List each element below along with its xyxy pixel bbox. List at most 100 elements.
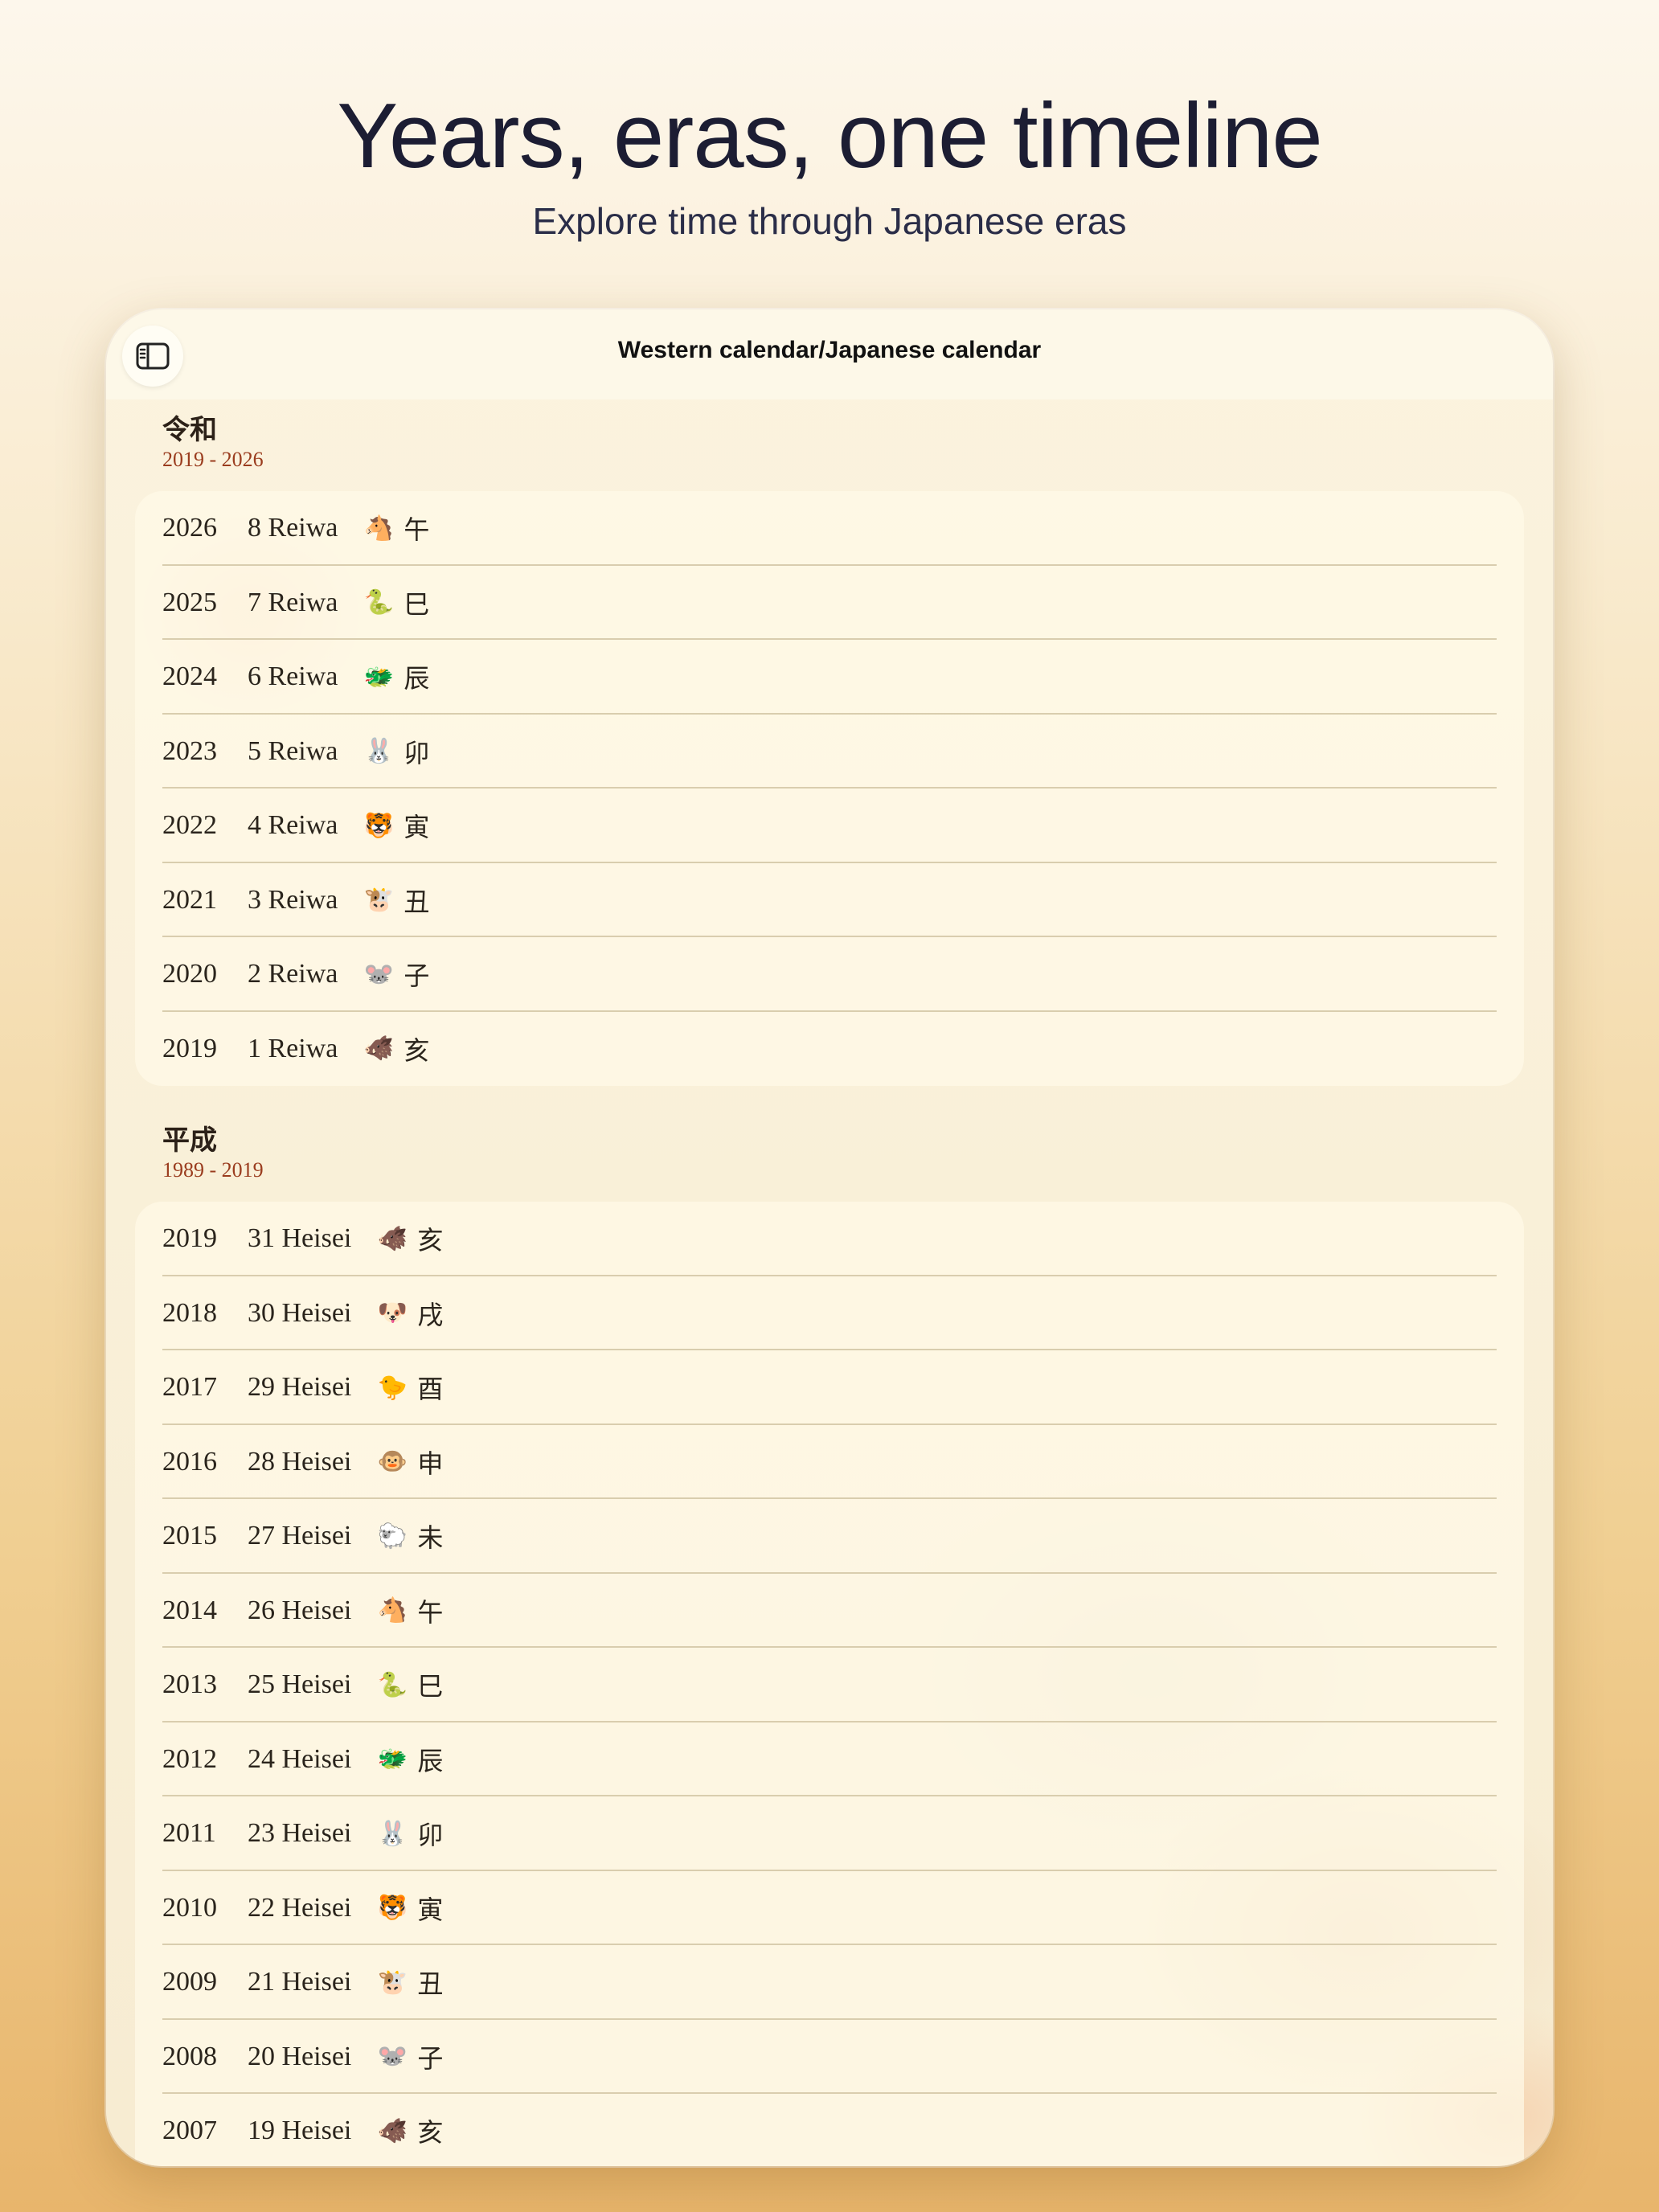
zodiac-animal-icon: 🐮	[377, 1968, 408, 1996]
era-header-reiwa: 令和 2019 - 2026	[162, 412, 264, 472]
zodiac-animal-icon: 🐶	[377, 1300, 408, 1327]
year-row[interactable]: 2011 23 Heisei 🐰 卯	[135, 1796, 1524, 1871]
navigation-bar: Western calendar/Japanese calendar	[106, 309, 1553, 399]
year-row[interactable]: 2022 4 Reiwa 🐯 寅	[135, 789, 1524, 863]
western-year: 2025	[162, 587, 217, 617]
zodiac-animal-icon: 🐍	[377, 1671, 408, 1698]
year-row[interactable]: 2008 20 Heisei 🐭 子	[135, 2020, 1524, 2095]
japanese-era-year: 22 Heisei	[248, 1892, 352, 1923]
western-year: 2018	[162, 1297, 217, 1328]
zodiac-kanji: 丑	[417, 1968, 444, 2000]
era-name: 平成	[162, 1124, 217, 1157]
zodiac-kanji: 辰	[403, 663, 430, 694]
zodiac-kanji: 巳	[403, 588, 430, 620]
zodiac-kanji: 亥	[417, 2117, 444, 2149]
year-row[interactable]: 2013 25 Heisei 🐍 巳	[135, 1648, 1524, 1722]
year-row[interactable]: 2018 30 Heisei 🐶 戌	[135, 1276, 1524, 1351]
year-row[interactable]: 2015 27 Heisei 🐑 未	[135, 1499, 1524, 1574]
western-year: 2019	[162, 1033, 217, 1063]
zodiac-kanji: 子	[403, 961, 430, 992]
year-row[interactable]: 2023 5 Reiwa 🐰 卯	[135, 715, 1524, 789]
zodiac-animal-icon: 🐗	[363, 1035, 395, 1063]
era-card-reiwa: 2026 8 Reiwa 🐴 午 2025 7 Reiwa 🐍 巳 2024 6 Reiwa 🐲 辰 2…	[135, 491, 1524, 1086]
western-year: 2008	[162, 2041, 217, 2071]
year-row[interactable]: 2010 22 Heisei 🐯 寅	[135, 1871, 1524, 1946]
zodiac-animal-icon: 🐭	[363, 961, 395, 988]
western-year: 2024	[162, 662, 217, 692]
hero-subtitle: Explore time through Japanese eras	[532, 200, 1127, 242]
japanese-era-year: 24 Heisei	[248, 1743, 352, 1774]
year-row[interactable]: 2007 19 Heisei 🐗 亥	[135, 2094, 1524, 2166]
year-row[interactable]: 2012 24 Heisei 🐲 辰	[135, 1722, 1524, 1797]
western-year: 2015	[162, 1521, 217, 1551]
year-row[interactable]: 2019 1 Reiwa 🐗 亥	[135, 1012, 1524, 1087]
zodiac-kanji: 亥	[417, 1225, 444, 1256]
western-year: 2019	[162, 1223, 217, 1254]
zodiac-animal-icon: 🐴	[363, 514, 395, 542]
zodiac-animal-icon: 🐯	[363, 812, 395, 839]
japanese-era-year: 20 Heisei	[248, 2041, 352, 2071]
zodiac-animal-icon: 🐑	[377, 1522, 408, 1550]
western-year: 2021	[162, 884, 217, 915]
zodiac-kanji: 戌	[417, 1299, 444, 1330]
western-year: 2011	[162, 1818, 216, 1849]
japanese-era-year: 19 Heisei	[248, 2116, 352, 2146]
year-row[interactable]: 2025 7 Reiwa 🐍 巳	[135, 566, 1524, 641]
zodiac-animal-icon: 🐰	[363, 738, 395, 765]
zodiac-kanji: 申	[417, 1448, 444, 1479]
japanese-era-year: 23 Heisei	[248, 1818, 352, 1849]
era-name: 令和	[162, 414, 217, 446]
western-year: 2009	[162, 1967, 217, 1997]
zodiac-animal-icon: 🐭	[377, 2043, 408, 2071]
zodiac-kanji: 巳	[417, 1671, 444, 1702]
japanese-era-year: 26 Heisei	[248, 1595, 352, 1625]
japanese-era-year: 7 Reiwa	[248, 587, 338, 617]
year-row[interactable]: 2009 21 Heisei 🐮 丑	[135, 1945, 1524, 2020]
app-window: 令和 2019 - 2026 2026 8 Reiwa 🐴 午 2025 7 Reiwa 🐍…	[106, 309, 1553, 2166]
zodiac-kanji: 子	[417, 2042, 444, 2074]
zodiac-animal-icon: 🐤	[377, 1374, 408, 1401]
zodiac-animal-icon: 🐯	[377, 1895, 408, 1922]
japanese-era-year: 6 Reiwa	[248, 662, 338, 692]
zodiac-animal-icon: 🐴	[377, 1597, 408, 1624]
zodiac-animal-icon: 🐲	[363, 663, 395, 690]
zodiac-animal-icon: 🐰	[377, 1820, 408, 1847]
japanese-era-year: 31 Heisei	[248, 1223, 352, 1254]
era-range: 1989 - 2019	[162, 1158, 264, 1182]
japanese-era-year: 28 Heisei	[248, 1446, 352, 1477]
japanese-era-year: 8 Reiwa	[248, 513, 338, 543]
japanese-era-year: 27 Heisei	[248, 1521, 352, 1551]
zodiac-animal-icon: 🐍	[363, 589, 395, 616]
zodiac-animal-icon: 🐲	[377, 1746, 408, 1773]
japanese-era-year: 21 Heisei	[248, 1967, 352, 1997]
year-row[interactable]: 2014 26 Heisei 🐴 午	[135, 1574, 1524, 1649]
western-year: 2007	[162, 2116, 217, 2146]
era-header-heisei: 平成 1989 - 2019	[162, 1123, 264, 1182]
western-year: 2016	[162, 1446, 217, 1477]
hero-title: Years, eras, one timeline	[337, 85, 1323, 187]
zodiac-kanji: 寅	[417, 1894, 444, 1925]
zodiac-kanji: 卯	[417, 1820, 444, 1851]
year-row[interactable]: 2019 31 Heisei 🐗 亥	[135, 1202, 1524, 1276]
zodiac-animal-icon: 🐗	[377, 1225, 408, 1252]
year-row[interactable]: 2026 8 Reiwa 🐴 午	[135, 491, 1524, 566]
year-row[interactable]: 2021 3 Reiwa 🐮 丑	[135, 863, 1524, 938]
western-year: 2017	[162, 1372, 217, 1403]
year-row[interactable]: 2017 29 Heisei 🐤 酉	[135, 1350, 1524, 1425]
zodiac-animal-icon: 🐗	[377, 2117, 408, 2144]
western-year: 2010	[162, 1892, 217, 1923]
western-year: 2020	[162, 959, 217, 989]
zodiac-kanji: 卯	[403, 737, 430, 768]
zodiac-kanji: 午	[417, 1596, 444, 1628]
japanese-era-year: 30 Heisei	[248, 1297, 352, 1328]
era-card-heisei: 2019 31 Heisei 🐗 亥 2018 30 Heisei 🐶 戌 2017 29 Hei…	[135, 1202, 1524, 2166]
zodiac-kanji: 辰	[417, 1745, 444, 1776]
western-year: 2012	[162, 1743, 217, 1774]
japanese-era-year: 2 Reiwa	[248, 959, 338, 989]
year-row[interactable]: 2020 2 Reiwa 🐭 子	[135, 937, 1524, 1012]
year-row[interactable]: 2024 6 Reiwa 🐲 辰	[135, 640, 1524, 715]
nav-title: Western calendar/Japanese calendar	[617, 337, 1042, 363]
zodiac-kanji: 午	[403, 514, 430, 546]
western-year: 2014	[162, 1595, 217, 1625]
year-row[interactable]: 2016 28 Heisei 🐵 申	[135, 1425, 1524, 1500]
